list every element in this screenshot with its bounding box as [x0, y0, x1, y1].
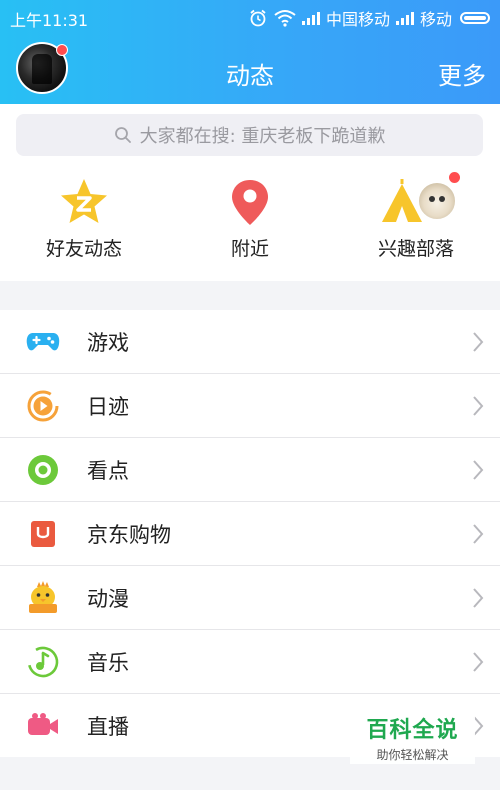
list-item-label: 音乐 — [87, 650, 129, 675]
quick-nearby[interactable]: 附近 — [180, 176, 320, 261]
list-item-jd-shopping[interactable]: 京东购物 — [0, 502, 500, 566]
page-title: 动态 — [226, 62, 274, 90]
list-item-label: 日迹 — [87, 394, 129, 419]
watermark-badge: 百科全说 助你轻松解决 — [350, 702, 475, 764]
search-section: 大家都在搜: 重庆老板下跪道歉 — [0, 104, 500, 166]
avatar-notification-dot — [56, 44, 68, 56]
notification-dot — [449, 172, 460, 183]
status-bar: 上午11:31 中国移动 移动 — [0, 0, 500, 34]
list-item-label: 动漫 — [87, 586, 129, 611]
search-icon — [114, 127, 131, 143]
battery-icon — [460, 12, 490, 24]
chevron-right-icon — [473, 396, 484, 416]
tent-with-avatar — [382, 172, 460, 228]
star-z-icon — [61, 179, 107, 223]
list-item-anime[interactable]: 动漫 — [0, 566, 500, 630]
watermark-subtitle: 助你轻松解决 — [376, 748, 449, 762]
list-item-label: 直播 — [87, 714, 129, 739]
list-item-label: 游戏 — [87, 330, 129, 355]
status-time: 上午11:31 — [10, 11, 89, 30]
search-bar[interactable]: 大家都在搜: 重庆老板下跪道歉 — [16, 114, 483, 156]
list-item-music[interactable]: 音乐 — [0, 630, 500, 694]
chevron-right-icon — [473, 588, 484, 608]
chevron-right-icon — [473, 524, 484, 544]
quick-label: 附近 — [230, 238, 269, 260]
quick-friend-feed[interactable]: 好友动态 — [14, 176, 154, 261]
gamepad-icon — [26, 333, 60, 351]
chick-icon — [29, 581, 57, 613]
cat-avatar — [417, 181, 457, 221]
search-placeholder: 大家都在搜: 重庆老板下跪道歉 — [139, 126, 386, 147]
list-item-games[interactable]: 游戏 — [0, 310, 500, 374]
watermark-title: 百科全说 — [366, 718, 459, 743]
eye-icon — [28, 455, 58, 485]
header-bar: 上午11:31 中国移动 移动 动态 更多 — [0, 0, 500, 104]
chevron-right-icon — [473, 652, 484, 672]
quick-label: 兴趣部落 — [377, 238, 454, 260]
more-button[interactable]: 更多 — [438, 56, 486, 91]
signal-icon-2 — [395, 11, 414, 25]
alarm-icon — [250, 9, 266, 27]
play-circle-icon — [27, 390, 59, 422]
list-item-highlights[interactable]: 看点 — [0, 438, 500, 502]
carrier-label-2: 移动 — [419, 10, 452, 29]
video-camera-icon — [28, 713, 58, 735]
carrier-label: 中国移动 — [325, 10, 390, 29]
feature-list: 游戏 日迹 看点 京东购物 动漫 音乐 直播 — [0, 310, 500, 757]
list-item-daily-trace[interactable]: 日迹 — [0, 374, 500, 438]
chevron-right-icon — [473, 332, 484, 352]
bag-icon — [31, 521, 55, 547]
quick-interest-tribe[interactable]: 兴趣部落 — [346, 172, 486, 261]
chevron-right-icon — [473, 460, 484, 480]
list-item-label: 看点 — [87, 458, 129, 483]
list-item-label: 京东购物 — [87, 522, 171, 547]
status-indicators: 中国移动 移动 — [248, 6, 490, 30]
wifi-icon — [274, 10, 296, 27]
signal-icon — [301, 11, 320, 25]
music-note-icon — [27, 646, 59, 678]
location-pin-icon — [232, 180, 268, 225]
quick-actions: 好友动态 附近 兴趣部落 — [0, 166, 500, 281]
quick-label: 好友动态 — [45, 238, 122, 260]
